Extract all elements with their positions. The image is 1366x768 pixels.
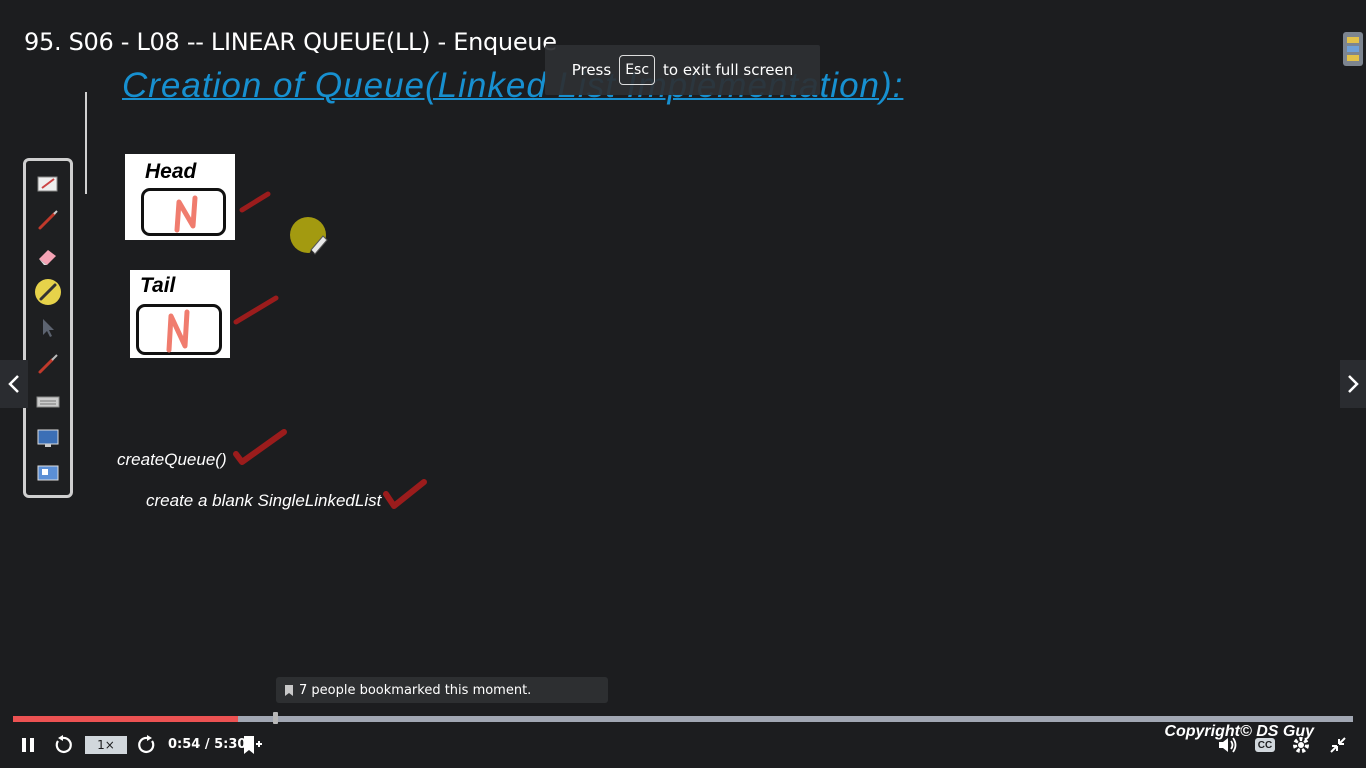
rewind-icon — [55, 735, 72, 754]
forward-icon — [138, 735, 155, 754]
drawing-toolbar — [23, 158, 73, 498]
forward-button[interactable] — [136, 734, 158, 756]
head-node-box: Head — [125, 154, 235, 240]
chevron-right-icon — [1348, 375, 1359, 393]
fullscreen-notice: Press Esc to exit full screen — [545, 45, 820, 95]
add-bookmark-button[interactable] — [240, 733, 264, 757]
checkmark-annotation-head — [239, 191, 271, 213]
pause-button[interactable] — [18, 735, 38, 755]
create-queue-call: createQueue() — [117, 450, 227, 469]
bookmark-tooltip-text: 7 people bookmarked this moment. — [299, 682, 532, 698]
pointer-icon[interactable] — [34, 315, 62, 341]
eraser-icon[interactable] — [34, 243, 62, 269]
volume-icon — [1219, 737, 1237, 753]
esc-key: Esc — [619, 55, 656, 85]
blank-list-description: create a blank SingleLinkedList — [146, 491, 382, 510]
keyboard-icon[interactable] — [34, 389, 62, 415]
rewind-button[interactable] — [52, 734, 74, 756]
fullscreen-notice-press: Press — [571, 61, 612, 79]
previous-lecture-button[interactable] — [0, 360, 28, 408]
settings-button[interactable] — [1290, 734, 1312, 756]
bookmark-tooltip: 7 people bookmarked this moment. — [276, 677, 608, 703]
exit-fullscreen-icon — [1330, 737, 1346, 753]
pen-icon[interactable] — [34, 207, 62, 233]
time-display: 0:54 / 5:30 — [168, 737, 247, 752]
tail-null-value — [166, 309, 190, 353]
marker-cursor-icon — [309, 235, 328, 255]
screen-icon[interactable] — [34, 425, 62, 451]
presentation-icon[interactable] — [34, 461, 62, 487]
notepad-icon[interactable] — [34, 171, 62, 197]
highlighter-icon[interactable] — [35, 279, 61, 305]
progress-bar-played — [13, 716, 239, 722]
add-bookmark-icon — [244, 736, 262, 754]
head-label: Head — [145, 160, 197, 183]
whiteboard-widget-icon[interactable] — [1343, 32, 1363, 66]
head-null-value — [174, 195, 198, 233]
bookmark-marker[interactable] — [273, 712, 278, 724]
tail-node-box: Tail — [130, 270, 230, 358]
exit-fullscreen-button[interactable] — [1326, 734, 1350, 756]
bookmark-icon — [285, 684, 293, 696]
checkmark-annotation-tail — [233, 295, 279, 325]
volume-button[interactable] — [1216, 734, 1240, 756]
captions-button[interactable]: CC — [1253, 736, 1277, 754]
tail-label: Tail — [140, 274, 176, 297]
checkmark-annotation-createqueue — [233, 429, 287, 465]
captions-icon: CC — [1255, 738, 1275, 752]
lecture-title: 95. S06 - L08 -- LINEAR QUEUE(LL) - Enqu… — [24, 28, 557, 56]
fullscreen-notice-exit: to exit full screen — [663, 61, 794, 79]
checkmark-annotation-blank-list — [383, 479, 427, 509]
marker-icon[interactable] — [34, 351, 62, 377]
gear-icon — [1293, 737, 1309, 753]
slide-divider-line — [85, 92, 87, 194]
pause-icon — [22, 738, 34, 752]
next-lecture-button[interactable] — [1340, 360, 1366, 408]
chevron-left-icon — [8, 375, 19, 393]
playback-speed-button[interactable]: 1× — [85, 736, 127, 754]
